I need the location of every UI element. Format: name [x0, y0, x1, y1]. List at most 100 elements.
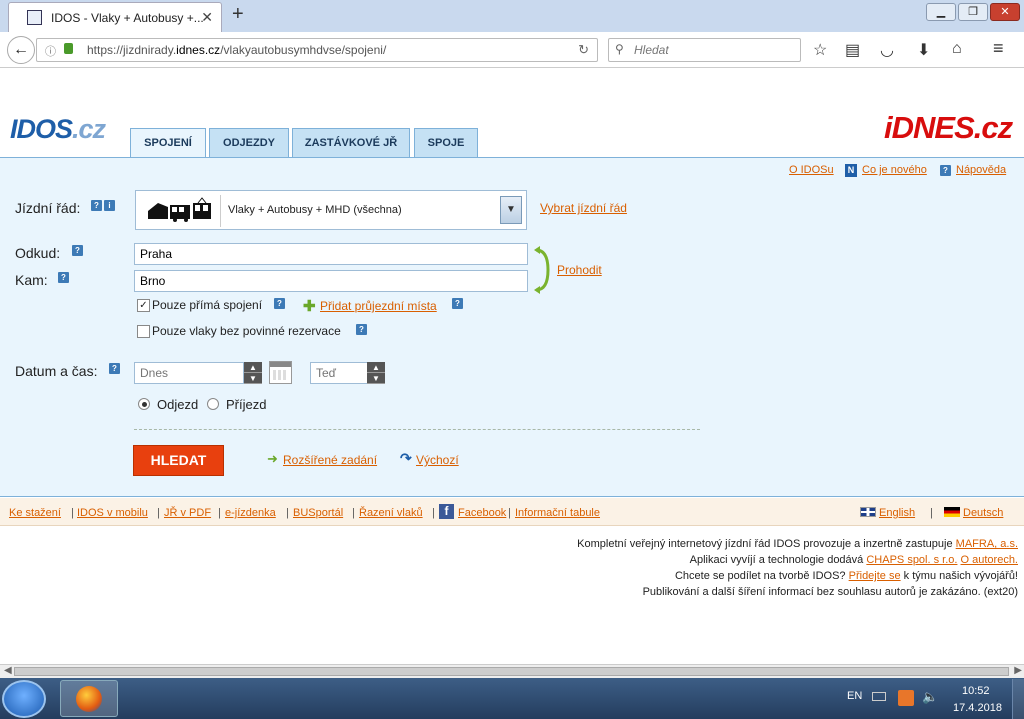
- direct-only-checkbox[interactable]: ✓: [137, 299, 150, 312]
- chevron-down-icon[interactable]: ▼: [500, 196, 522, 224]
- info-line-copyright: Publikování a další šíření informací bez…: [642, 586, 1018, 598]
- downloads-icon[interactable]: ⬇: [917, 40, 930, 60]
- authors-link[interactable]: O autorech.: [961, 554, 1018, 566]
- direct-only-help-icon[interactable]: ?: [274, 298, 285, 309]
- join-link[interactable]: Přidejte se: [849, 570, 901, 582]
- about-link[interactable]: O IDOSu: [789, 164, 834, 176]
- close-tab-icon[interactable]: ✕: [201, 9, 213, 26]
- minimize-button[interactable]: ▁: [926, 3, 956, 21]
- bookmark-star-icon[interactable]: ☆: [813, 40, 827, 60]
- scrollbar-thumb[interactable]: [14, 667, 1009, 676]
- from-help-icon[interactable]: ?: [72, 245, 83, 256]
- tab-spojeni[interactable]: SPOJENÍ: [130, 128, 206, 159]
- to-help-icon[interactable]: ?: [58, 272, 69, 283]
- help-icon: ?: [940, 165, 951, 176]
- advanced-search-link[interactable]: Rozšířené zadání: [283, 453, 377, 467]
- choose-timetable-link[interactable]: Vybrat jízdní řád: [540, 201, 627, 215]
- language-indicator[interactable]: EN: [847, 690, 862, 702]
- timetable-label: Jízdní řád:: [15, 200, 81, 216]
- search-bar[interactable]: ⚲ Hledat: [608, 38, 801, 62]
- tab-odjezdy[interactable]: ODJEZDY: [209, 128, 289, 158]
- home-icon[interactable]: ⌂: [952, 40, 962, 58]
- timetable-info-icon[interactable]: i: [104, 200, 115, 211]
- from-input[interactable]: [134, 243, 528, 265]
- datetime-help-icon[interactable]: ?: [109, 363, 120, 374]
- help-link[interactable]: Nápověda: [956, 164, 1006, 176]
- language-german-link[interactable]: Deutsch: [963, 507, 1003, 519]
- footer-link-download[interactable]: Ke stažení: [9, 507, 61, 519]
- close-window-button[interactable]: ✕: [990, 3, 1020, 21]
- scroll-left-icon[interactable]: ◀: [4, 665, 12, 676]
- info-icon[interactable]: ⓘ: [45, 43, 56, 59]
- no-reservation-checkbox[interactable]: [137, 325, 150, 338]
- swap-link[interactable]: Prohodit: [557, 263, 602, 277]
- tab-zastavkove-jr[interactable]: ZASTÁVKOVÉ JŘ: [292, 128, 410, 158]
- swap-arrows-icon[interactable]: [532, 246, 554, 294]
- reading-list-icon[interactable]: ▤: [845, 40, 860, 60]
- browser-tab[interactable]: IDOS - Vlaky + Autobusy +... ✕: [8, 2, 222, 32]
- idos-logo[interactable]: IDOS.cz: [10, 114, 106, 145]
- no-reservation-help-icon[interactable]: ?: [356, 324, 367, 335]
- calendar-icon[interactable]: [269, 361, 292, 384]
- facebook-icon[interactable]: f: [439, 504, 454, 519]
- horizontal-scrollbar[interactable]: ◀ ▶: [0, 664, 1024, 678]
- footer-link-pdf[interactable]: JŘ v PDF: [164, 507, 211, 519]
- footer-link-mobile[interactable]: IDOS v mobilu: [77, 507, 148, 519]
- footer-link-eticket[interactable]: e-jízdenka: [225, 507, 276, 519]
- info-line-developer: Aplikaci vyvíjí a technologie dodává CHA…: [689, 554, 1018, 566]
- separator: |: [930, 507, 933, 519]
- default-link[interactable]: Výchozí: [416, 453, 459, 467]
- keyboard-icon[interactable]: [872, 692, 886, 701]
- language-english-link[interactable]: English: [879, 507, 915, 519]
- separator: |: [71, 507, 74, 519]
- timetable-value: Vlaky + Autobusy + MHD (všechna): [228, 204, 402, 216]
- to-input[interactable]: [134, 270, 528, 292]
- new-tab-button[interactable]: +: [232, 3, 244, 26]
- footer-link-busportal[interactable]: BUSportál: [293, 507, 343, 519]
- separator: |: [157, 507, 160, 519]
- firefox-taskbar-button[interactable]: [60, 680, 118, 717]
- timetable-help-icon[interactable]: ?: [91, 200, 102, 211]
- from-label: Odkud:: [15, 245, 61, 261]
- separator: |: [286, 507, 289, 519]
- arrow-right-icon: ➜: [267, 451, 278, 466]
- time-input[interactable]: [310, 362, 368, 384]
- train-bus-tram-icon: [148, 197, 211, 222]
- add-via-link[interactable]: Přidat průjezdní místa: [320, 299, 437, 313]
- menu-icon[interactable]: ≡: [993, 38, 1004, 59]
- scroll-right-icon[interactable]: ▶: [1014, 665, 1022, 676]
- add-via-help-icon[interactable]: ?: [452, 298, 463, 309]
- url-bar[interactable]: ⓘ https://jizdnirady.idnes.cz/vlakyautob…: [36, 38, 598, 62]
- idnes-logo[interactable]: iDNES.cz: [884, 110, 1013, 146]
- timetable-select[interactable]: Vlaky + Autobusy + MHD (všechna) ▼: [135, 190, 527, 230]
- news-link[interactable]: Co je nového: [862, 164, 927, 176]
- date-stepper[interactable]: ▲ ▼: [244, 362, 262, 384]
- tab-spoje[interactable]: SPOJE: [414, 128, 478, 158]
- volume-muted-icon[interactable]: 🔈: [922, 689, 938, 705]
- pocket-icon[interactable]: ◡: [880, 40, 894, 60]
- clock-date[interactable]: 17.4.2018: [953, 702, 1002, 714]
- restore-button[interactable]: ❐: [958, 3, 988, 21]
- show-desktop-button[interactable]: [1012, 679, 1024, 719]
- select-divider: [220, 195, 221, 227]
- info-line-operator: Kompletní veřejný internetový jízdní řád…: [577, 538, 1018, 550]
- chaps-link[interactable]: CHAPS spol. s r.o.: [866, 554, 957, 566]
- back-button[interactable]: ←: [7, 36, 35, 64]
- footer-link-facebook[interactable]: Facebook: [458, 507, 506, 519]
- search-button[interactable]: HLEDAT: [133, 445, 224, 476]
- info-line-join: Chcete se podílet na tvorbě IDOS? Přidej…: [674, 570, 1018, 582]
- no-reservation-label: Pouze vlaky bez povinné rezervace: [152, 324, 341, 338]
- time-stepper[interactable]: ▲ ▼: [367, 362, 385, 384]
- clock-time[interactable]: 10:52: [962, 685, 990, 697]
- mafra-link[interactable]: MAFRA, a.s.: [956, 538, 1018, 550]
- departure-radio[interactable]: [138, 398, 150, 410]
- tray-app-icon[interactable]: [898, 690, 914, 706]
- reload-icon[interactable]: ↻: [578, 42, 589, 58]
- direct-only-label: Pouze přímá spojení: [152, 298, 263, 312]
- footer-link-train-composition[interactable]: Řazení vlaků: [359, 507, 423, 519]
- footer-link-info-boards[interactable]: Informační tabule: [515, 507, 600, 519]
- separator: |: [432, 507, 435, 519]
- date-input[interactable]: [134, 362, 244, 384]
- arrival-radio[interactable]: [207, 398, 219, 410]
- start-button[interactable]: [2, 680, 46, 718]
